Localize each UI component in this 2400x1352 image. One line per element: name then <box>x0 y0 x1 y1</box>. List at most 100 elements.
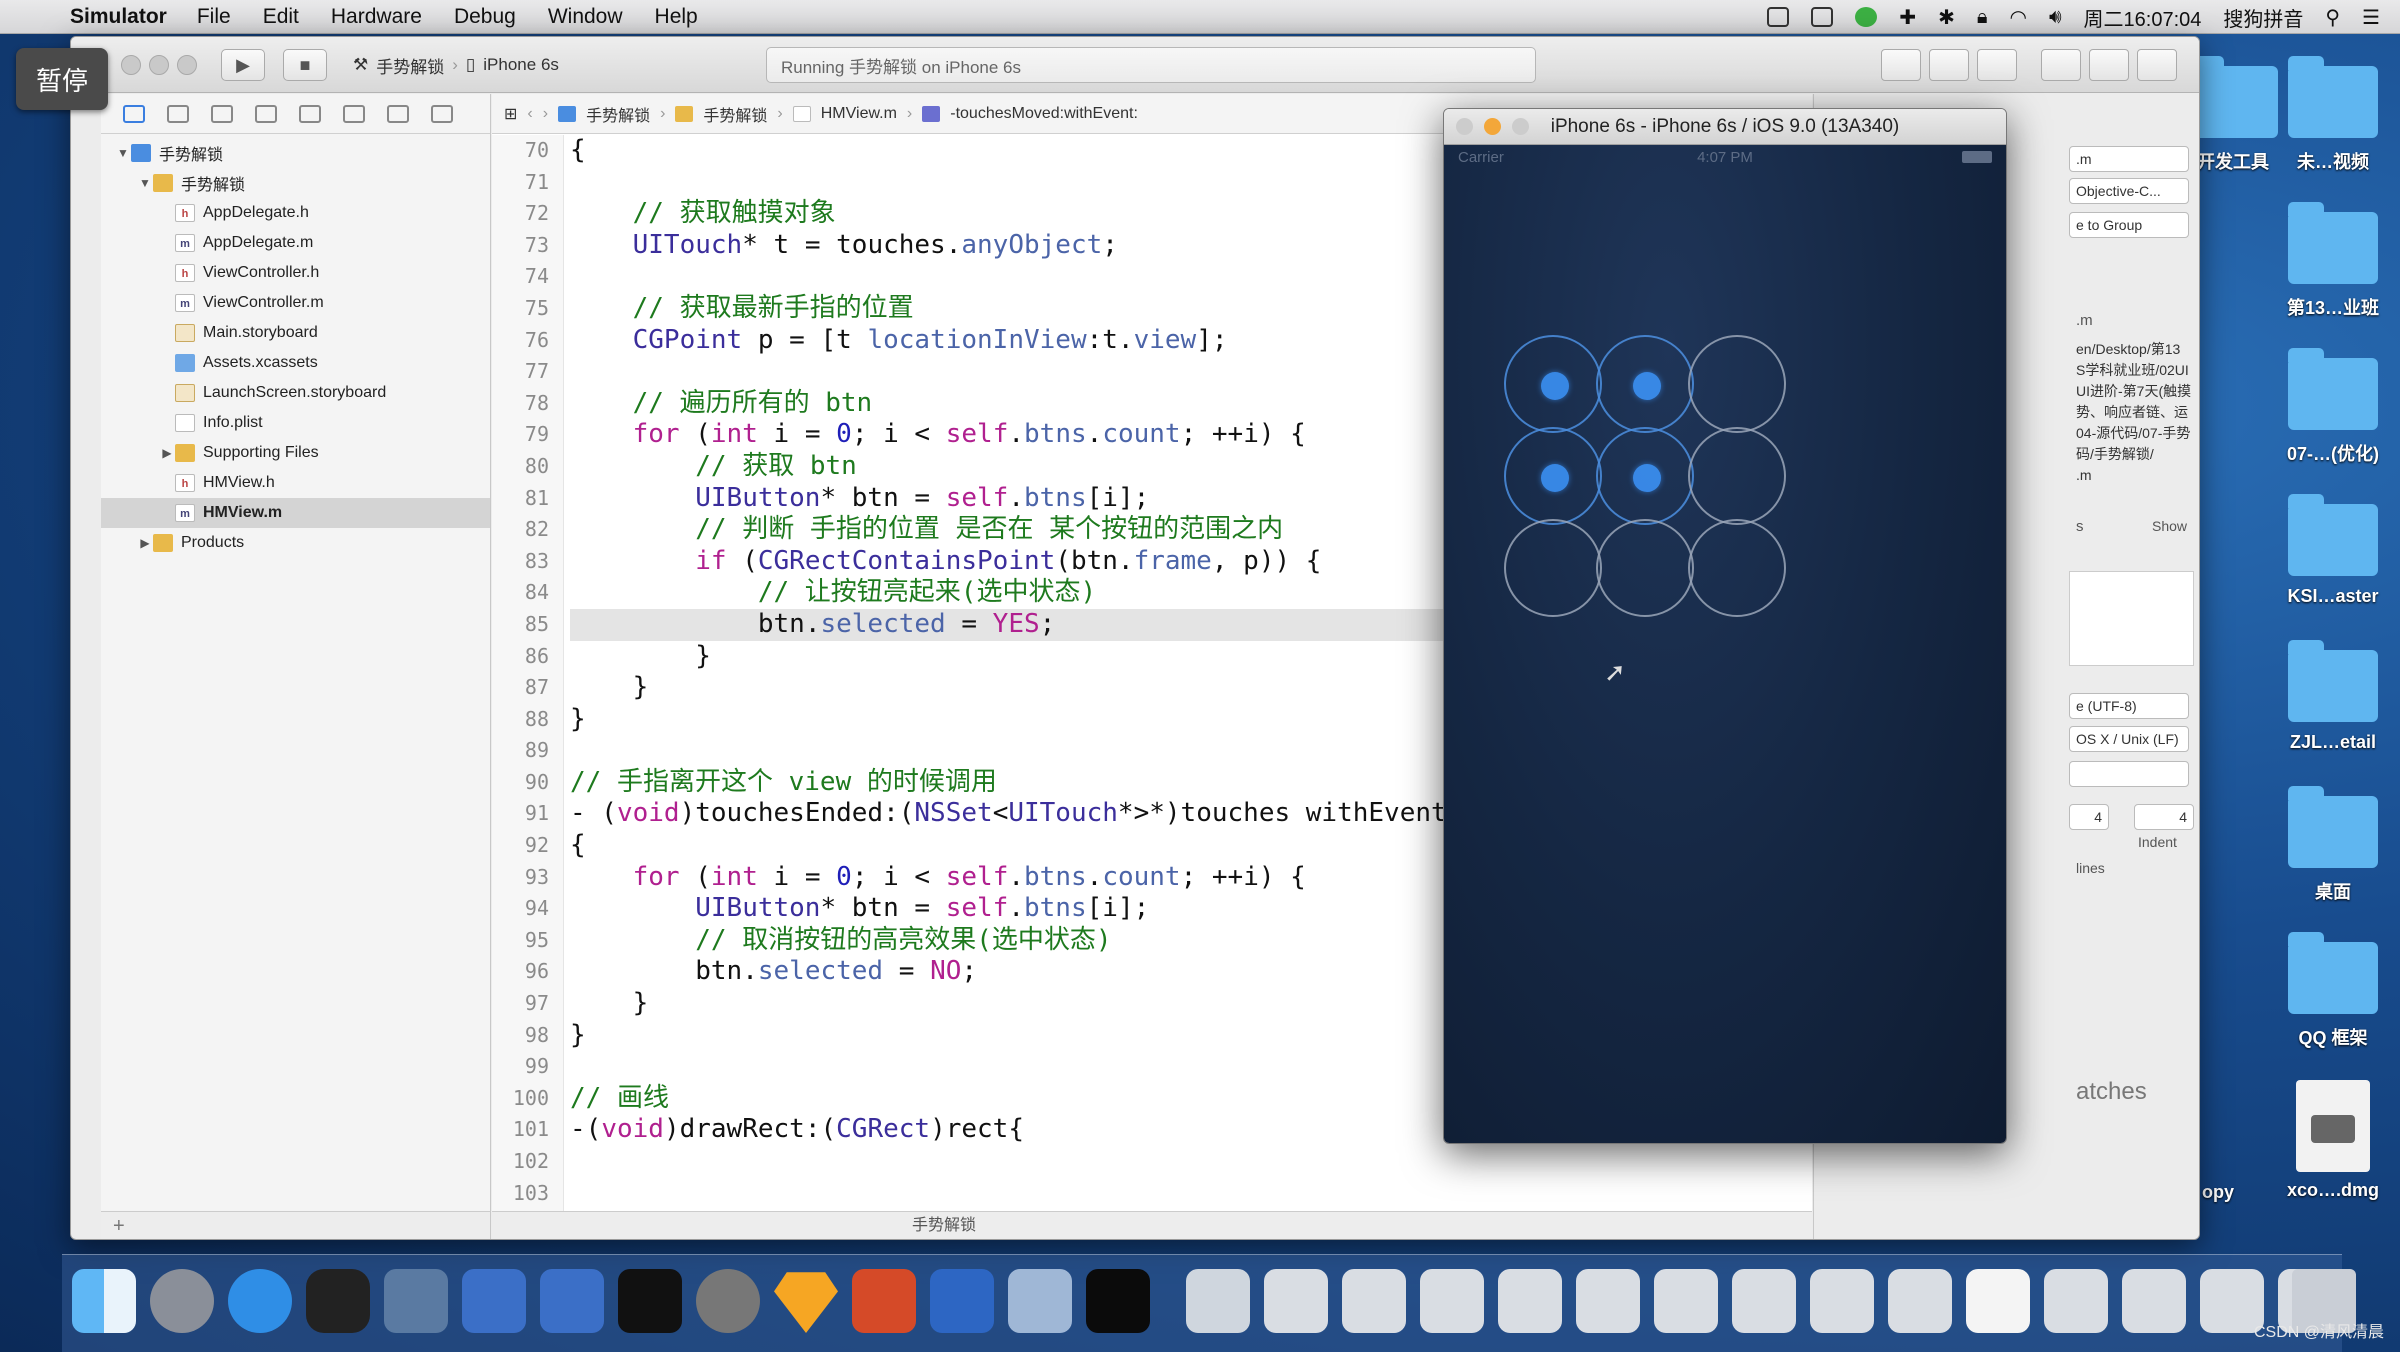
stop-button[interactable]: ■ <box>283 49 327 81</box>
related-items-icon[interactable]: ⊞ <box>504 104 517 124</box>
menu-edit[interactable]: Edit <box>263 5 299 29</box>
dock-other-app-icon[interactable] <box>930 1269 994 1333</box>
menu-hardware[interactable]: Hardware <box>331 5 422 29</box>
dock-window-1-icon[interactable] <box>1264 1269 1328 1333</box>
desktop-dmg[interactable]: xco….dmg <box>2278 1080 2388 1201</box>
lock-icon[interactable]: 🔒︎ <box>1977 6 1988 29</box>
find-navigator-icon[interactable] <box>211 104 233 123</box>
volume-icon[interactable]: 🔊︎ <box>2049 6 2062 29</box>
app-menu[interactable]: Simulator <box>70 5 167 29</box>
dock-screenshot-icon[interactable] <box>1008 1269 1072 1333</box>
file-tree-row[interactable]: h AppDelegate.h <box>101 198 490 228</box>
iphone-screen[interactable]: Carrier 4:07 PM ➚ <box>1444 145 2006 1143</box>
lock-button[interactable] <box>1504 519 1602 617</box>
show-button[interactable]: Show <box>2152 518 2187 534</box>
scheme-selector[interactable]: ⚒ 手势解锁 › ▯ iPhone 6s <box>353 49 663 81</box>
clock[interactable]: 周二16:07:04 <box>2084 3 2202 32</box>
lock-button[interactable] <box>1688 427 1786 525</box>
file-tree-row[interactable]: ▶ Supporting Files <box>101 438 490 468</box>
dock-xcode-icon[interactable] <box>462 1269 526 1333</box>
file-tree-row[interactable]: ▶ Products <box>101 528 490 558</box>
desktop-folder[interactable]: 第13…业班 <box>2278 202 2388 320</box>
dock-window-10-icon[interactable] <box>1966 1269 2030 1333</box>
dock-launchpad-icon[interactable] <box>150 1269 214 1333</box>
tab-width-field[interactable]: 4 <box>2069 804 2109 830</box>
run-button[interactable]: ▶ <box>221 49 265 81</box>
status-green-icon[interactable] <box>1855 7 1878 27</box>
screen-mirror-icon[interactable] <box>1767 7 1790 27</box>
indent-using-select[interactable] <box>2069 761 2189 787</box>
dock-window-9-icon[interactable] <box>1888 1269 1952 1333</box>
minimize-window-button[interactable] <box>149 55 169 75</box>
lock-button-selected[interactable] <box>1596 335 1694 433</box>
pause-badge[interactable]: 暂停 <box>16 48 108 110</box>
file-tree-row[interactable]: h HMView.h <box>101 468 490 498</box>
desktop-folder[interactable]: ZJL…etail <box>2278 640 2388 753</box>
version-editor-icon[interactable] <box>1977 49 2017 81</box>
jumpbar-group[interactable]: 手势解锁 <box>703 102 767 126</box>
lock-button-selected[interactable] <box>1504 335 1602 433</box>
dock-window-8-icon[interactable] <box>1810 1269 1874 1333</box>
dock-console-icon[interactable] <box>1086 1269 1150 1333</box>
file-tree-row[interactable]: h ViewController.h <box>101 258 490 288</box>
lock-button-selected[interactable] <box>1504 427 1602 525</box>
file-tree-row[interactable]: Assets.xcassets <box>101 348 490 378</box>
project-navigator-icon[interactable] <box>123 104 145 123</box>
debug-target[interactable]: 手势解锁 <box>912 1217 976 1234</box>
file-tree-row[interactable]: Main.storyboard <box>101 318 490 348</box>
lock-button-selected[interactable] <box>1596 427 1694 525</box>
camera-icon[interactable] <box>1811 7 1834 27</box>
location-select[interactable]: e to Group <box>2069 212 2189 238</box>
code-line[interactable] <box>570 1178 1770 1210</box>
dock-window-6-icon[interactable] <box>1654 1269 1718 1333</box>
text-encoding-select[interactable]: e (UTF-8) <box>2069 693 2189 719</box>
file-tree-row[interactable]: LaunchScreen.storyboard <box>101 378 490 408</box>
dock-system-preferences-icon[interactable] <box>696 1269 760 1333</box>
menu-help[interactable]: Help <box>655 5 698 29</box>
dock-window-2-icon[interactable] <box>1342 1269 1406 1333</box>
toggle-utilities-icon[interactable] <box>2137 49 2177 81</box>
dock-safari-icon[interactable] <box>228 1269 292 1333</box>
file-tree-row[interactable]: m HMView.m <box>101 498 490 528</box>
jumpbar-method[interactable]: -touchesMoved:withEvent: <box>950 105 1138 123</box>
symbol-navigator-icon[interactable] <box>167 104 189 123</box>
jumpbar-file[interactable]: HMView.m <box>821 105 897 123</box>
zoom-window-button[interactable] <box>1512 118 1529 135</box>
indent-width-field[interactable]: 4 <box>2134 804 2194 830</box>
file-tree-row[interactable]: Info.plist <box>101 408 490 438</box>
lock-button[interactable] <box>1688 519 1786 617</box>
dock-window-5-icon[interactable] <box>1576 1269 1640 1333</box>
add-file-icon[interactable]: + <box>113 1215 125 1237</box>
dock-photo-slideshow-icon[interactable] <box>384 1269 448 1333</box>
dock-sketch-icon[interactable] <box>774 1272 838 1333</box>
dock-window-3-icon[interactable] <box>1420 1269 1484 1333</box>
disclosure-closed-icon[interactable]: ▶ <box>137 536 153 550</box>
disclosure-closed-icon[interactable]: ▶ <box>159 446 175 460</box>
close-window-button[interactable] <box>1456 118 1473 135</box>
dock-window-7-icon[interactable] <box>1732 1269 1796 1333</box>
desktop-folder[interactable]: 07-…(优化) <box>2278 348 2388 466</box>
file-tree-row[interactable]: m AppDelegate.m <box>101 228 490 258</box>
desktop-folder[interactable]: 桌面 <box>2278 786 2388 904</box>
input-method[interactable]: 搜狗拼音 <box>2223 3 2303 32</box>
breakpoint-navigator-icon[interactable] <box>387 104 409 123</box>
dock-terminal-icon[interactable] <box>618 1269 682 1333</box>
forward-arrow-icon[interactable]: › <box>543 105 548 123</box>
dock-window-12-icon[interactable] <box>2122 1269 2186 1333</box>
debug-navigator-icon[interactable] <box>343 104 365 123</box>
notification-center-icon[interactable]: ☰ <box>2362 5 2380 30</box>
spotlight-icon[interactable]: ⚲ <box>2325 5 2340 30</box>
toggle-debug-area-icon[interactable] <box>2089 49 2129 81</box>
file-tree-row[interactable]: ▼ 手势解锁 <box>101 138 490 168</box>
file-type-select[interactable]: Objective-C... <box>2069 178 2189 204</box>
menu-window[interactable]: Window <box>548 5 623 29</box>
toggle-navigator-icon[interactable] <box>2041 49 2081 81</box>
minimize-window-button[interactable] <box>1484 118 1501 135</box>
report-navigator-icon[interactable] <box>431 104 453 123</box>
issue-navigator-icon[interactable] <box>255 104 277 123</box>
dock-xcode-tools-icon[interactable] <box>540 1269 604 1333</box>
assistant-editor-icon[interactable] <box>1929 49 1969 81</box>
dock-window-11-icon[interactable] <box>2044 1269 2108 1333</box>
wifi-icon[interactable]: ◠ <box>2009 5 2026 30</box>
code-line[interactable] <box>570 1146 1770 1178</box>
